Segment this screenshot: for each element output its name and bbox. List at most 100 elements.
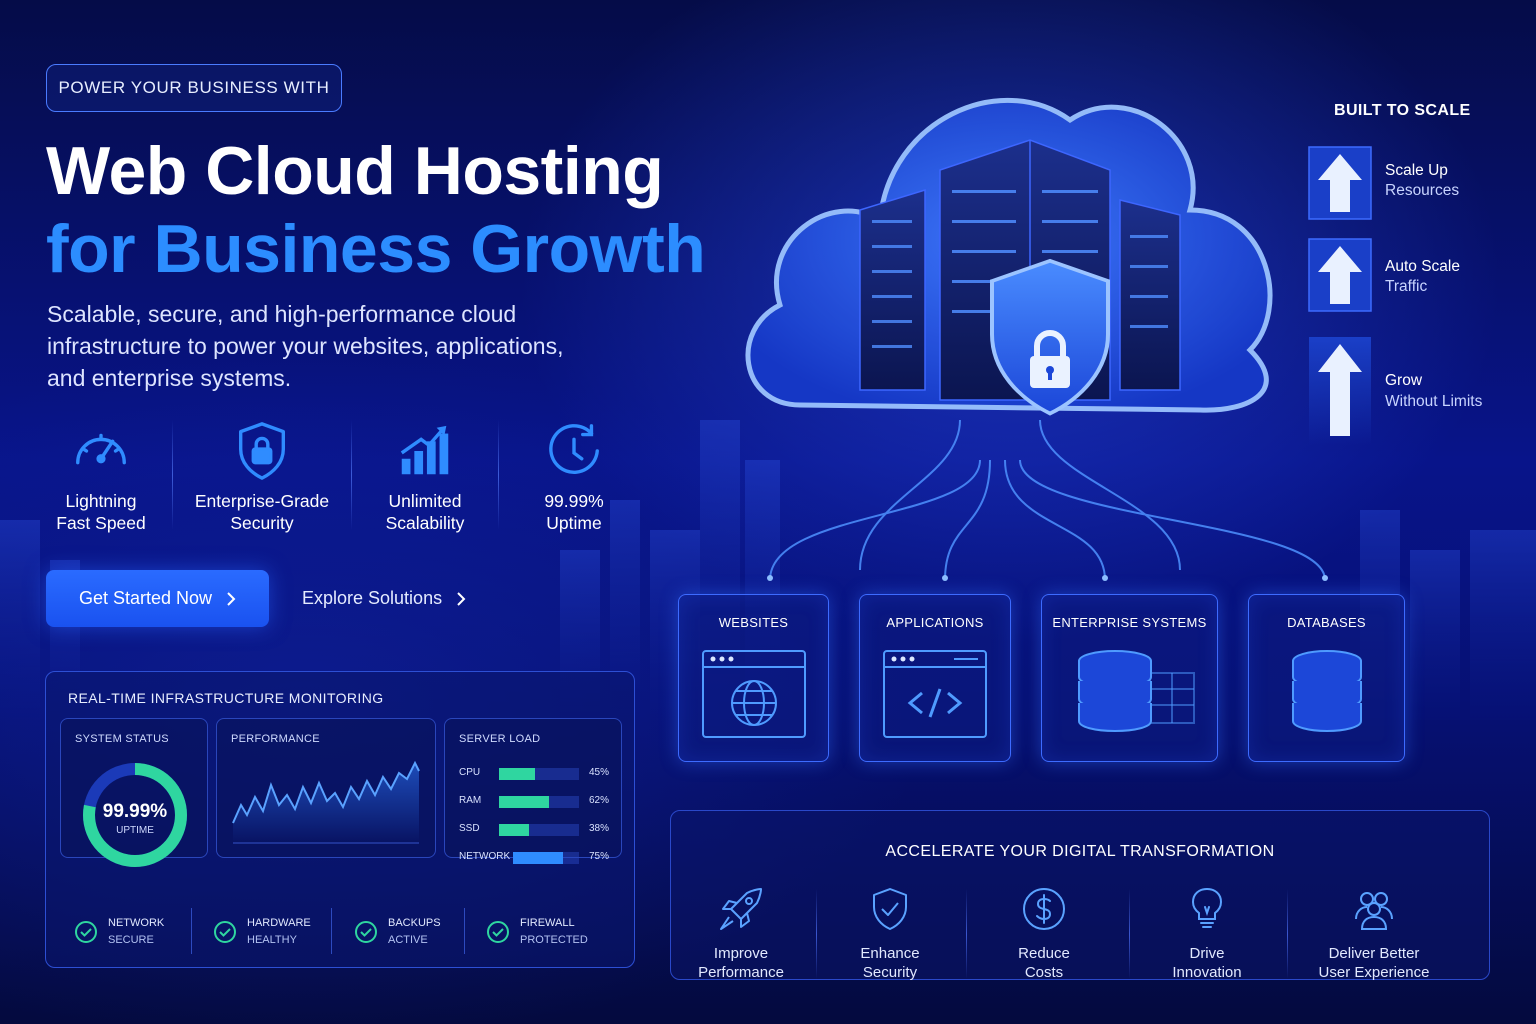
category-label: APPLICATIONS: [886, 615, 984, 630]
benefit-line1: Deliver Better: [1328, 945, 1420, 962]
status-divider: [464, 908, 465, 954]
shield-check-icon: [873, 888, 907, 930]
load-name: NETWORK: [459, 851, 511, 862]
scale-item-title: Scale Up: [1385, 162, 1448, 179]
get-started-button[interactable]: Get Started Now: [46, 570, 269, 627]
load-row-network: NETWORK 75%: [459, 851, 609, 865]
status-state: ACTIVE: [388, 934, 428, 946]
connector-lines: [767, 419, 1328, 581]
load-bar-fill: [499, 768, 535, 780]
feature-speed: Lightning Fast Speed: [30, 420, 172, 540]
feature-uptime-line2: Uptime: [546, 513, 602, 533]
check-circle-icon: [75, 921, 97, 943]
clock-icon: [549, 424, 599, 474]
benefit-security: Enhance Security: [815, 885, 965, 982]
code-browser-icon: [883, 650, 987, 738]
load-bar-fill: [513, 852, 563, 864]
system-status-panel: SYSTEM STATUS 99.99% UPTIME: [60, 718, 208, 867]
system-status-title: SYSTEM STATUS: [75, 733, 169, 745]
benefit-performance: Improve Performance: [666, 885, 816, 982]
rocket-icon: [720, 888, 762, 930]
benefit-line1: Improve: [713, 945, 769, 962]
benefit-divider: [966, 889, 967, 979]
benefit-user-experience: Deliver Better User Experience: [1299, 885, 1449, 982]
load-percent: 45%: [589, 767, 610, 778]
server-rack-right: [1119, 199, 1181, 391]
status-name: FIREWALL: [520, 917, 575, 929]
load-name: CPU: [459, 767, 481, 778]
scale-item-traffic: Auto Scale Traffic: [1308, 238, 1508, 312]
database-icon: [1291, 650, 1362, 733]
feature-speed-line2: Fast Speed: [56, 513, 146, 533]
check-circle-icon: [214, 921, 236, 943]
server-load-title: SERVER LOAD: [459, 733, 541, 745]
cloud-servers-illustration: [745, 97, 1273, 416]
load-name: SSD: [459, 823, 480, 834]
benefit-line1: Enhance: [860, 945, 920, 962]
server-rack-left: [859, 188, 926, 391]
status-backups: BACKUPS ACTIVE: [354, 912, 441, 952]
feature-scalability-line1: Unlimited: [388, 491, 462, 511]
shield-lock-icon: [238, 422, 286, 480]
server-stack-icon: [1077, 650, 1195, 733]
check-circle-icon: [487, 921, 509, 943]
feature-security-line1: Enterprise-Grade: [194, 491, 330, 511]
globe-browser-icon: [701, 650, 806, 738]
users-icon: [1355, 892, 1393, 930]
feature-scalability-line2: Scalability: [385, 513, 465, 533]
benefit-innovation: Drive Innovation: [1132, 885, 1282, 982]
scale-item-sub: Resources: [1385, 182, 1460, 199]
category-websites[interactable]: WEBSITES: [678, 594, 829, 762]
benefit-line2: User Experience: [1318, 964, 1430, 981]
scale-item-title: Auto Scale: [1385, 258, 1460, 275]
feature-list: Lightning Fast Speed Enterprise-Grade Secu…: [30, 420, 670, 540]
feature-speed-line1: Lightning: [65, 491, 137, 511]
uptime-label: UPTIME: [116, 825, 154, 836]
feature-uptime: 99.99% Uptime: [499, 420, 649, 540]
arrow-up-icon: [1309, 337, 1371, 445]
benefit-line2: Costs: [1024, 964, 1064, 981]
arrow-up-icon: [1308, 146, 1372, 220]
hero-title-line1: Web Cloud Hosting: [46, 133, 664, 209]
status-state: HEALTHY: [247, 934, 297, 946]
scale-item-grow: Grow Without Limits: [1308, 336, 1508, 446]
status-firewall: FIREWALL PROTECTED: [486, 912, 588, 952]
status-network: NETWORK SECURE: [74, 912, 164, 952]
status-divider: [331, 908, 332, 954]
server-load-panel: SERVER LOAD CPU 45% RAM 62% SSD 38% NETW…: [444, 718, 622, 864]
benefit-costs: Reduce Costs: [969, 885, 1119, 982]
category-applications[interactable]: APPLICATIONS: [859, 594, 1011, 762]
status-divider: [191, 908, 192, 954]
category-enterprise-systems[interactable]: ENTERPRISE SYSTEMS: [1041, 594, 1218, 762]
status-name: BACKUPS: [388, 917, 441, 929]
scale-item-resources: Scale Up Resources: [1308, 146, 1508, 220]
load-row-ram: RAM 62%: [459, 795, 609, 809]
load-row-cpu: CPU 45%: [459, 767, 609, 781]
benefit-divider: [1287, 889, 1288, 979]
scale-item-title: Grow: [1385, 372, 1423, 389]
performance-panel: PERFORMANCE: [216, 718, 436, 858]
explore-solutions-label: Explore Solutions: [302, 588, 443, 608]
category-label: DATABASES: [1287, 615, 1366, 630]
dollar-coin-icon: [1023, 888, 1065, 930]
load-name: RAM: [459, 795, 482, 806]
lightbulb-icon: [1191, 887, 1223, 928]
scale-item-sub: Traffic: [1385, 278, 1428, 295]
category-databases[interactable]: DATABASES: [1248, 594, 1405, 762]
status-state: SECURE: [108, 934, 154, 946]
benefit-line1: Drive: [1189, 945, 1225, 962]
hero-tagline: POWER YOUR BUSINESS WITH: [46, 64, 342, 112]
load-bar-fill: [499, 824, 530, 836]
hero-description: Scalable, secure, and high-performance c…: [47, 301, 564, 391]
growth-chart-icon: [400, 425, 449, 475]
monitoring-panel: REAL-TIME INFRASTRUCTURE MONITORING SYST…: [45, 671, 635, 968]
uptime-value: 99.99%: [102, 801, 168, 822]
category-label: WEBSITES: [718, 615, 789, 630]
load-bar-fill: [499, 796, 549, 808]
category-label: ENTERPRISE SYSTEMS: [1052, 615, 1207, 630]
check-circle-icon: [355, 921, 377, 943]
explore-solutions-button[interactable]: Explore Solutions: [290, 570, 480, 627]
status-hardware: HARDWARE HEALTHY: [213, 912, 311, 952]
load-percent: 62%: [589, 795, 610, 806]
performance-title: PERFORMANCE: [231, 733, 320, 745]
